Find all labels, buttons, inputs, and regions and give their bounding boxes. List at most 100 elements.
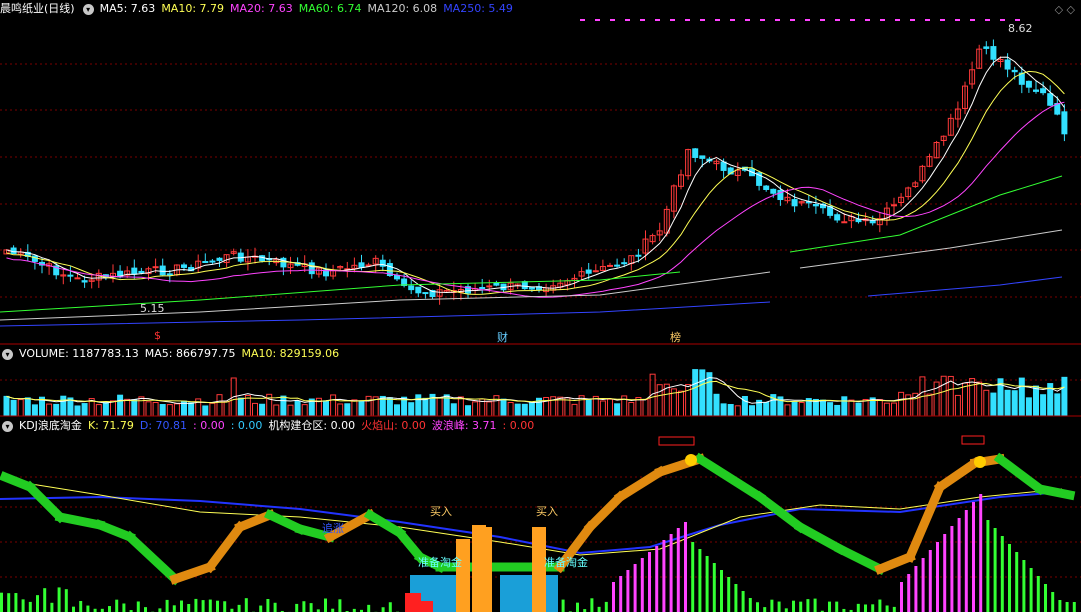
wave-segment — [613, 465, 667, 504]
volume-bar — [883, 402, 890, 417]
signal-dot — [715, 19, 720, 21]
volume-bar — [81, 403, 88, 417]
prepare-label-2: 准备淘金 — [544, 556, 588, 569]
volume-bar — [1011, 390, 1018, 417]
volume-bar — [436, 397, 443, 417]
volume-bar — [820, 399, 826, 417]
histogram-bar — [691, 542, 695, 612]
volume-chart[interactable] — [0, 345, 1081, 417]
histogram-bar — [136, 601, 140, 612]
wave-segment — [54, 511, 106, 531]
histogram-bar — [144, 607, 147, 612]
volume-bar — [53, 403, 60, 417]
histogram-bar — [792, 600, 795, 612]
histogram-bar — [172, 605, 176, 612]
volume-bar — [706, 372, 713, 417]
signal-dot — [1015, 19, 1020, 21]
volume-bar — [763, 401, 770, 417]
peak-box — [961, 435, 985, 445]
volume-bar — [10, 399, 17, 417]
signal-dot — [670, 19, 675, 21]
volume-bar — [692, 369, 699, 417]
histogram-bar — [741, 591, 745, 612]
candle-body — [408, 285, 415, 291]
event-marker-dollar[interactable]: $ — [154, 329, 161, 342]
candle-body — [770, 188, 777, 194]
wave-segment — [753, 490, 807, 534]
candle-body — [699, 155, 706, 159]
histogram-bar — [108, 606, 111, 612]
histogram-bar — [604, 601, 608, 612]
volume-bar — [202, 405, 209, 417]
volume-bar — [24, 397, 31, 417]
candle-body — [528, 287, 535, 290]
volume-bar — [1040, 394, 1047, 417]
volume-bar — [891, 402, 897, 417]
signal-dot — [895, 19, 900, 21]
wave-segment — [933, 456, 982, 494]
volume-bar — [954, 394, 961, 417]
volume-bar — [365, 395, 372, 417]
volume-panel[interactable]: ▾ VOLUME: 1187783.13 MA5: 866797.75 MA10: 8… — [0, 345, 1081, 417]
candle-body — [1040, 88, 1047, 94]
volume-bar — [983, 389, 990, 417]
candle-body — [308, 262, 315, 275]
histogram-bar — [698, 549, 702, 612]
candlestick-chart[interactable]: 8.62 5.15 — [0, 0, 1081, 345]
volume-bar — [962, 382, 968, 417]
histogram-bar — [813, 598, 817, 612]
volume-bar — [124, 398, 131, 417]
volume-bar — [521, 403, 528, 417]
candle-body — [983, 46, 990, 49]
candle-body — [422, 292, 429, 295]
candle-body — [635, 254, 642, 257]
event-marker-finance[interactable]: 财 — [497, 329, 508, 345]
volume-bar — [940, 375, 947, 417]
histogram-bar — [835, 601, 839, 612]
histogram-bar — [590, 598, 594, 612]
money-bag-icon — [974, 456, 986, 468]
signal-dot — [925, 19, 930, 21]
candle-body — [1004, 59, 1011, 70]
volume-bar — [848, 399, 855, 417]
signal-dot — [970, 19, 975, 21]
histogram-bar — [561, 599, 565, 612]
histogram-bar — [748, 598, 752, 612]
histogram-bar — [266, 599, 270, 612]
volume-bar — [95, 404, 102, 417]
histogram-bar — [165, 599, 169, 612]
histogram-bar — [648, 552, 651, 612]
volume-bar — [841, 396, 848, 417]
histogram-bar — [655, 546, 659, 612]
histogram-bar — [1029, 568, 1033, 612]
histogram-bar — [0, 592, 3, 612]
histogram-bar — [64, 589, 68, 612]
signal-dot — [745, 19, 750, 21]
histogram-bar — [43, 588, 47, 612]
volume-bar — [528, 401, 535, 417]
wave-segment — [23, 480, 67, 524]
volume-bar — [571, 403, 578, 417]
wave-segment — [583, 490, 627, 534]
wave-segment — [793, 520, 847, 556]
histogram-bar — [338, 599, 342, 612]
volume-bar — [351, 399, 358, 417]
kdj-panel[interactable]: ▾ KDJ浪底淘金 K: 71.79 D: 70.81: 0.00: 0.00 机构建仓… — [0, 417, 1081, 612]
volume-bar — [749, 405, 755, 417]
buy-label-1: 买入 — [430, 505, 452, 518]
histogram-bar — [928, 550, 932, 612]
candle-body — [216, 257, 223, 261]
volume-bar — [408, 402, 415, 417]
wave-segment — [123, 530, 182, 586]
event-marker-rank[interactable]: 榜 — [670, 329, 681, 345]
signal-dot — [865, 19, 870, 21]
price-panel[interactable]: 晨鸣纸业(日线) ▾ MA5: 7.63 MA10: 7.79 MA20: 7.63 MA… — [0, 0, 1081, 345]
histogram-bar — [950, 526, 954, 612]
volume-bar — [287, 404, 294, 417]
histogram-bar — [921, 558, 925, 612]
volume-bar — [699, 369, 706, 417]
histogram-bar — [216, 600, 219, 612]
volume-bar — [614, 403, 621, 417]
volume-bar — [386, 397, 393, 417]
candle-body — [592, 270, 599, 273]
